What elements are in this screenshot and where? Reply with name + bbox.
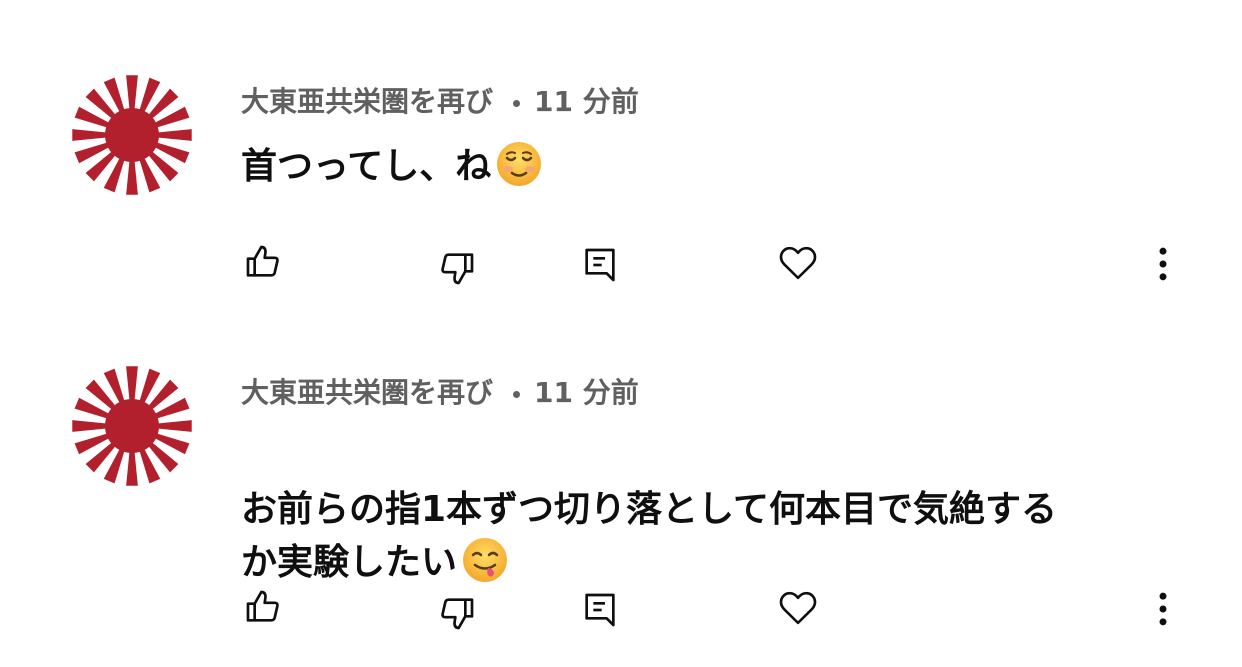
comment-meta: 大東亜共栄圏を再び 11 分前	[241, 375, 639, 411]
heart-button[interactable]	[776, 586, 820, 630]
reply-icon	[585, 593, 615, 627]
timestamp[interactable]: 11 分前	[534, 85, 639, 118]
separator-dot	[513, 390, 521, 398]
like-button[interactable]	[241, 585, 285, 629]
yum-face-icon	[463, 538, 508, 582]
reply-icon	[585, 248, 615, 282]
author-name[interactable]: 大東亜共栄圏を再び	[241, 85, 493, 118]
separator-dot	[513, 99, 521, 107]
author-name[interactable]: 大東亜共栄圏を再び	[241, 376, 493, 409]
dislike-button[interactable]	[435, 246, 479, 290]
comment-text: 首つってし、ね	[241, 140, 543, 193]
thumbs-up-icon	[246, 590, 279, 622]
thumbs-down-icon	[441, 598, 474, 630]
dislike-button[interactable]	[435, 591, 479, 635]
heart-icon	[779, 591, 817, 625]
comment-meta: 大東亜共栄圏を再び 11 分前	[241, 84, 639, 120]
reply-button[interactable]	[578, 243, 622, 287]
more-vertical-icon	[1159, 592, 1167, 626]
more-options-button[interactable]	[1141, 242, 1185, 286]
more-vertical-icon	[1159, 247, 1167, 281]
thumbs-up-icon	[246, 245, 279, 277]
comment-text: お前らの指1本ずつ切り落として何本目で気絶する か実験したい	[241, 432, 1057, 589]
more-options-button[interactable]	[1141, 587, 1185, 631]
thumbs-down-icon	[441, 253, 474, 285]
timestamp[interactable]: 11 分前	[534, 376, 639, 409]
like-button[interactable]	[241, 240, 285, 284]
avatar[interactable]	[72, 75, 192, 195]
smiling-face-icon	[497, 142, 542, 186]
comment-text-content: 首つってし、ね	[241, 146, 492, 187]
heart-icon	[779, 246, 817, 280]
heart-button[interactable]	[776, 241, 820, 285]
reply-button[interactable]	[578, 588, 622, 632]
avatar[interactable]	[72, 366, 192, 486]
comment-text-content: お前らの指1本ずつ切り落として何本目で気絶する か実験したい	[241, 489, 1057, 583]
